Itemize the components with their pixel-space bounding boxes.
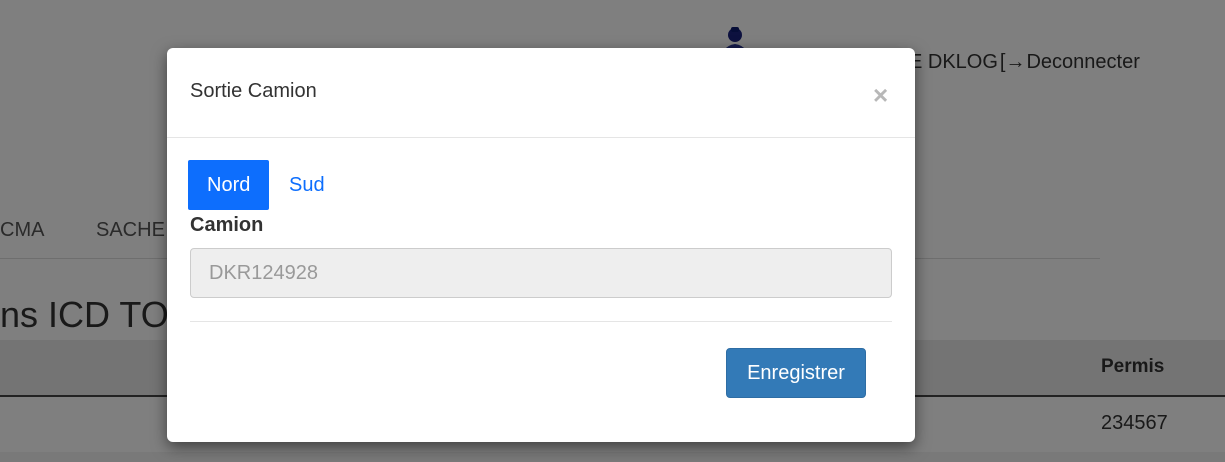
camion-label: Camion <box>190 214 264 236</box>
tab-sud[interactable]: Sud <box>270 160 344 210</box>
enregistrer-button[interactable]: Enregistrer <box>726 348 866 398</box>
camion-input[interactable]: DKR124928 <box>190 248 892 298</box>
tab-nord[interactable]: Nord <box>188 160 270 210</box>
modal-header: Sortie Camion × <box>167 48 915 138</box>
close-icon[interactable]: × <box>873 82 888 108</box>
modal-footer-divider <box>190 321 892 322</box>
sortie-camion-modal: Sortie Camion × Nord Sud Camion DKR12492… <box>167 48 915 442</box>
modal-title: Sortie Camion <box>190 80 317 102</box>
